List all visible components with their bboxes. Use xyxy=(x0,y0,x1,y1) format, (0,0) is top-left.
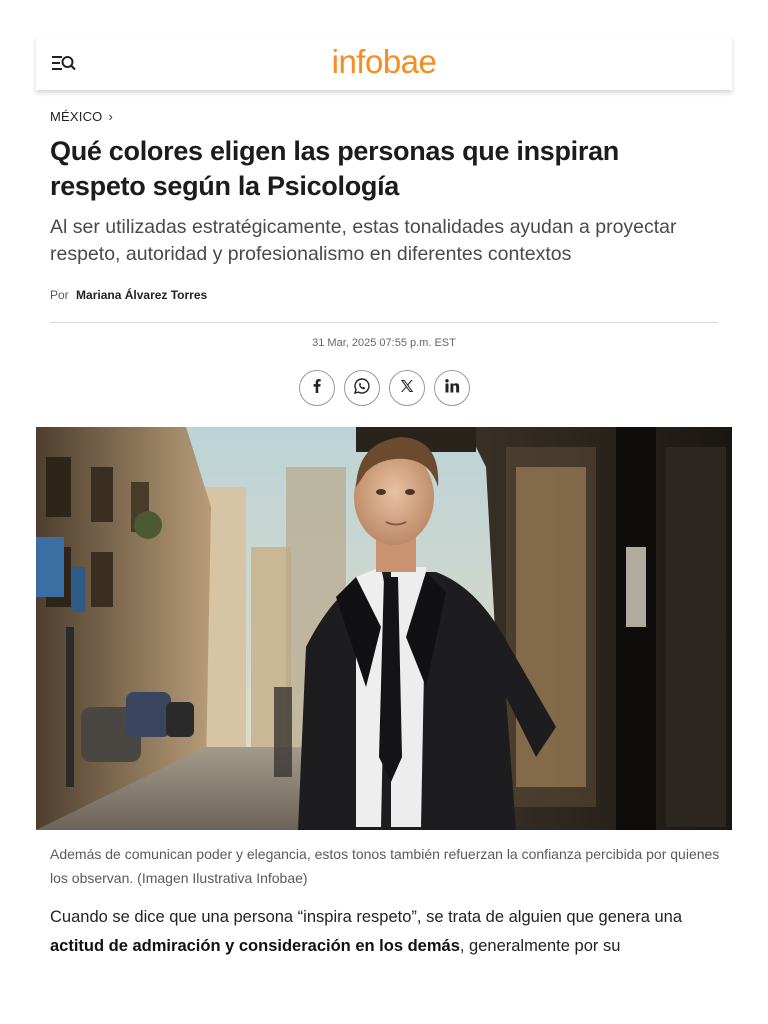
chevron-right-icon: › xyxy=(108,109,114,124)
share-facebook-button[interactable] xyxy=(299,370,335,406)
whatsapp-icon xyxy=(353,377,371,400)
body-highlight: actitud de admiración y consideración en… xyxy=(50,937,460,955)
byline-prefix: Por xyxy=(50,288,69,302)
share-whatsapp-button[interactable] xyxy=(344,370,380,406)
site-logo[interactable]: infobae xyxy=(36,43,732,81)
section-label: MÉXICO xyxy=(50,109,103,124)
author-link[interactable]: Mariana Álvarez Torres xyxy=(76,288,207,302)
article-body-paragraph: Cuando se dice que una persona “inspira … xyxy=(50,903,720,961)
divider xyxy=(50,322,718,323)
byline: Por Mariana Álvarez Torres xyxy=(50,288,207,302)
facebook-icon xyxy=(309,378,325,399)
share-linkedin-button[interactable] xyxy=(434,370,470,406)
share-bar xyxy=(299,370,470,406)
article-title: Qué colores eligen las personas que insp… xyxy=(50,136,619,201)
hero-image xyxy=(36,427,732,830)
article-subtitle: Al ser utilizadas estratégicamente, esta… xyxy=(50,216,677,265)
publish-date: 31 Mar, 2025 07:55 p.m. EST xyxy=(312,337,456,349)
image-caption: Además de comunican poder y elegancia, e… xyxy=(50,846,720,886)
x-icon xyxy=(399,378,415,399)
linkedin-icon xyxy=(444,378,460,399)
site-header: infobae xyxy=(36,36,732,90)
body-rest: , generalmente por su xyxy=(459,937,621,955)
section-breadcrumb[interactable]: MÉXICO › xyxy=(50,109,113,124)
body-intro: Cuando se dice que una persona “inspira … xyxy=(50,908,683,926)
share-x-button[interactable] xyxy=(389,370,425,406)
